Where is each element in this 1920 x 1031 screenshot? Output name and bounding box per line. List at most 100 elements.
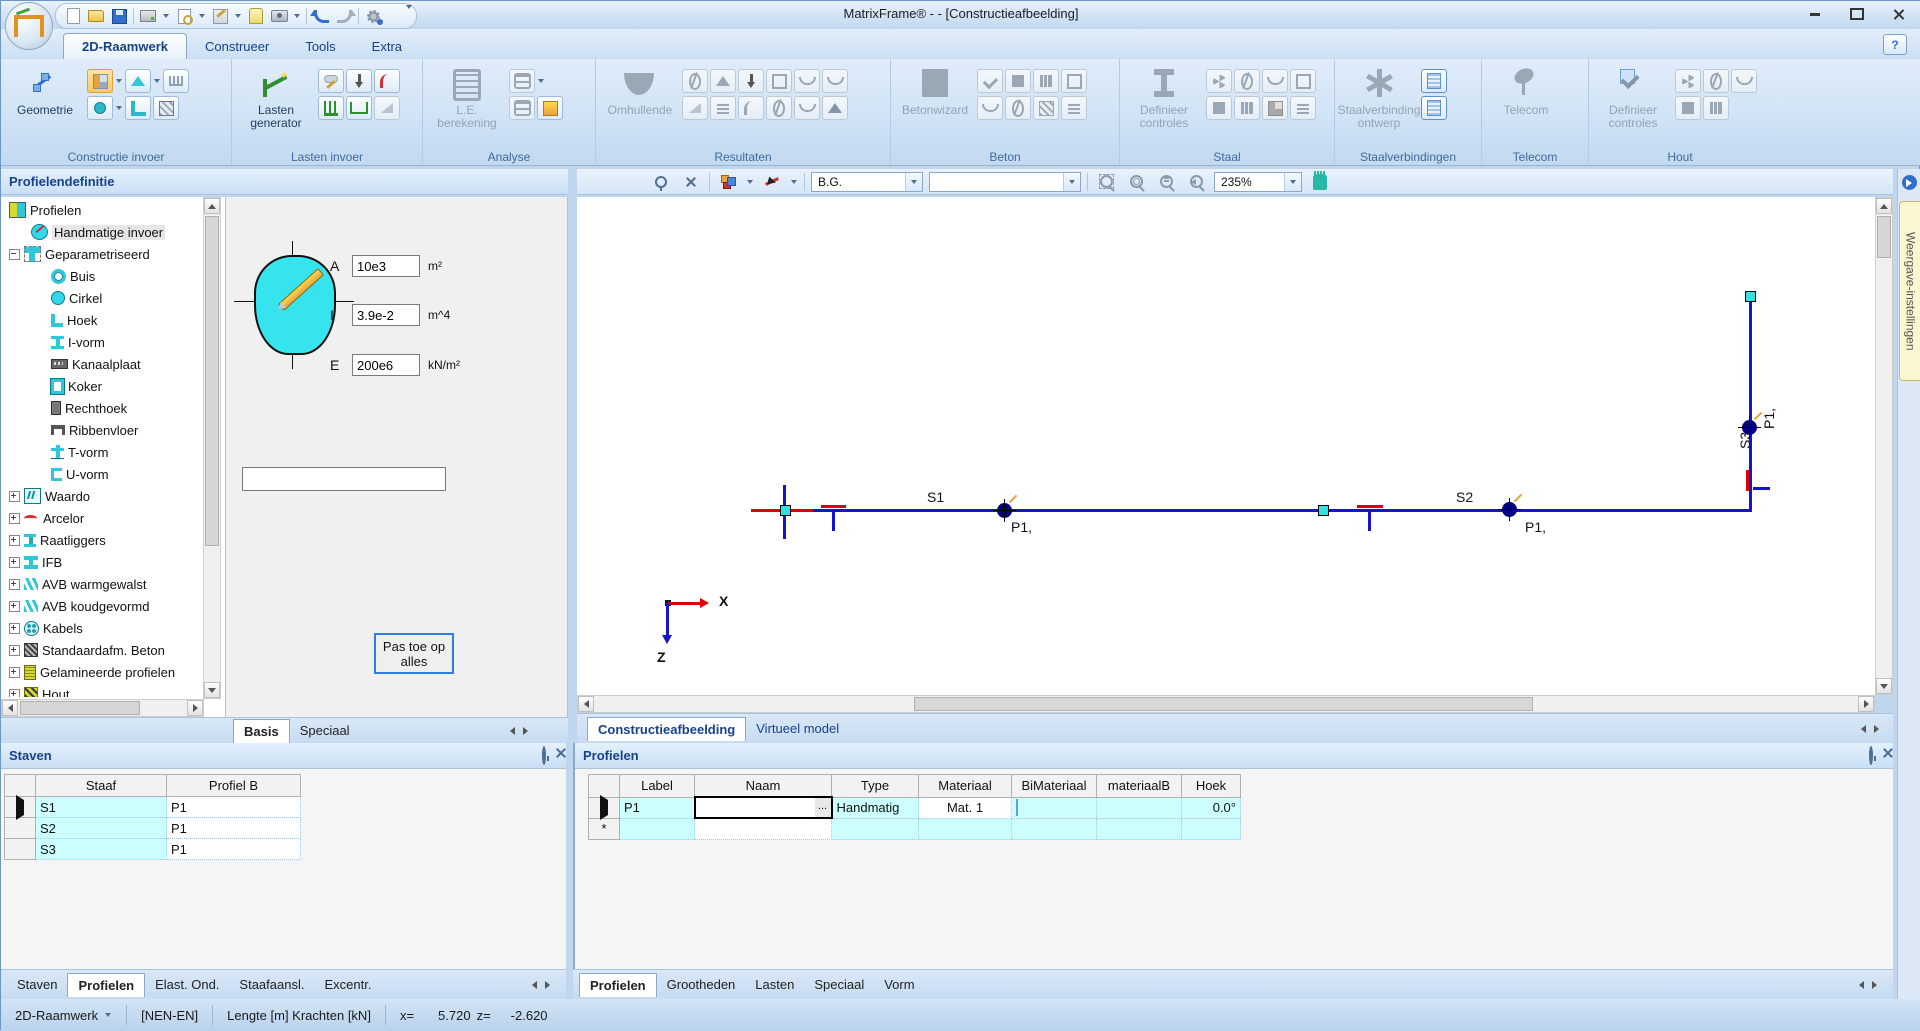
expand-icon[interactable] <box>9 689 20 698</box>
tree-hscrollbar[interactable] <box>1 699 204 717</box>
tree-item-avb-warmgewalst[interactable]: AVB warmgewalst <box>1 573 204 595</box>
tab-grootheden[interactable]: Grootheden <box>657 973 746 996</box>
structure-canvas[interactable]: S1 P1, S2 P1, S3 P1, X Z <box>577 197 1875 695</box>
expand-icon[interactable] <box>9 513 20 524</box>
naam-browse-button[interactable]: ... <box>815 798 831 817</box>
tree-item-kabels[interactable]: Kabels <box>1 617 204 639</box>
le-berekening-button[interactable]: L.E. berekening <box>429 63 505 130</box>
tab-constructieafbeelding[interactable]: Constructieafbeelding <box>587 717 746 741</box>
tab-staven[interactable]: Staven <box>7 973 67 996</box>
axis-result-button[interactable] <box>794 96 820 120</box>
tree-item-t-vorm[interactable]: T-vorm <box>1 441 204 463</box>
deflection-button[interactable] <box>738 69 764 93</box>
tab-extra[interactable]: Extra <box>354 34 420 59</box>
expand-icon[interactable] <box>9 667 20 678</box>
expand-icon[interactable] <box>9 579 20 590</box>
new-row[interactable]: * <box>589 818 1241 840</box>
tab-basis[interactable]: Basis <box>233 719 290 743</box>
rail-support-button[interactable] <box>163 69 189 93</box>
zoom-in-out-icon[interactable] <box>1154 172 1178 192</box>
beton-outline-button[interactable] <box>1061 69 1087 93</box>
tab-2d-raamwerk[interactable]: 2D-Raamwerk <box>63 33 187 59</box>
canvas-vscrollbar[interactable] <box>1875 197 1893 695</box>
zoom-extents-icon[interactable] <box>1124 172 1148 192</box>
omhullende-button[interactable]: Omhullende <box>602 63 678 117</box>
hout-fan-button[interactable] <box>1675 69 1701 93</box>
profile-input-button[interactable] <box>87 69 113 93</box>
tree-item-handmatige-invoer[interactable]: Handmatige invoer <box>1 221 204 243</box>
beton-lshape-button[interactable] <box>1033 69 1059 93</box>
tree-item-raatliggers[interactable]: Raatliggers <box>1 529 204 551</box>
tab-construeer[interactable]: Construeer <box>187 34 287 59</box>
tree-item-cirkel[interactable]: Cirkel <box>1 287 204 309</box>
betonwizard-button[interactable]: Betonwizard <box>897 63 973 117</box>
tree-item-geparametriseerd[interactable]: Geparametriseerd <box>1 243 204 265</box>
beton-net-button[interactable] <box>1033 96 1059 120</box>
table-row[interactable]: S3 P1 <box>5 839 301 860</box>
table-row[interactable]: S2 P1 <box>5 818 301 839</box>
tab-elast-ond[interactable]: Elast. Ond. <box>145 973 229 996</box>
pan-icon[interactable] <box>1308 172 1332 192</box>
beton-bowl-button[interactable] <box>977 96 1003 120</box>
point-load-button[interactable] <box>346 69 372 93</box>
moment-load-button[interactable] <box>374 69 400 93</box>
tab-tools[interactable]: Tools <box>287 34 353 59</box>
calc-help-button[interactable] <box>537 96 563 120</box>
lasten-generator-button[interactable]: Lasten generator <box>238 63 314 130</box>
tree-item-profielen[interactable]: Profielen <box>1 199 204 221</box>
tabs-left-icon[interactable] <box>510 723 515 738</box>
mode-selector[interactable]: 2D-Raamwerk <box>1 1005 127 1025</box>
rotation-button[interactable] <box>710 96 736 120</box>
close-panel-icon[interactable] <box>679 172 703 192</box>
zoom-window-icon[interactable] <box>1094 172 1118 192</box>
tree-item-koker[interactable]: Koker <box>1 375 204 397</box>
telecom-button[interactable]: Telecom <box>1488 63 1564 117</box>
displacement-button[interactable] <box>738 96 764 120</box>
beam-load-button[interactable] <box>346 96 372 120</box>
tree-item-hoek[interactable]: Hoek <box>1 309 204 331</box>
apply-to-all-button[interactable]: Pas toe op alles <box>374 633 454 674</box>
staalverbinding-ontwerp-button[interactable]: Staalverbinding ontwerp <box>1341 63 1417 130</box>
selection-combo[interactable] <box>929 172 1081 192</box>
tree-item-ifb[interactable]: IFB <box>1 551 204 573</box>
support-button[interactable] <box>125 69 151 93</box>
beton-check-button[interactable] <box>977 69 1003 93</box>
distributed-load-button[interactable] <box>318 96 344 120</box>
climate-load-button[interactable] <box>318 69 344 93</box>
tree-item-rechthoek[interactable]: Rechthoek <box>1 397 204 419</box>
beton-report-button[interactable] <box>1061 96 1087 120</box>
expand-icon[interactable] <box>9 491 20 502</box>
reaction-button[interactable] <box>794 69 820 93</box>
expand-icon[interactable] <box>9 601 20 612</box>
staal-definieer-controles-button[interactable]: Definieer controles <box>1126 63 1202 130</box>
staal-chart-button[interactable] <box>1234 96 1260 120</box>
normal-force-button[interactable] <box>682 69 708 93</box>
bimateriaal-checkbox[interactable] <box>1016 799 1018 816</box>
tree-item-arcelor[interactable]: Arcelor <box>1 507 204 529</box>
tree-item-standaardafm-beton[interactable]: Standaardafm. Beton <box>1 639 204 661</box>
geometrie-button[interactable]: Geometrie <box>7 63 83 117</box>
connection-check-button[interactable] <box>1421 96 1447 120</box>
profile-name-input[interactable] <box>242 467 446 491</box>
extreme-result-button[interactable] <box>822 96 848 120</box>
tab-lasten[interactable]: Lasten <box>745 973 804 996</box>
beton-section-button[interactable] <box>1005 69 1031 93</box>
hout-chart-button[interactable] <box>1703 96 1729 120</box>
staal-sections-button[interactable] <box>1262 96 1288 120</box>
phi-result-button[interactable] <box>766 96 792 120</box>
hout-definieer-controles-button[interactable]: Definieer controles <box>1595 63 1671 130</box>
shear-button[interactable] <box>682 96 708 120</box>
display-components-icon[interactable] <box>716 172 740 192</box>
plate-button[interactable] <box>153 96 179 120</box>
tree-item-ribbenvloer[interactable]: Ribbenvloer <box>1 419 204 441</box>
staven-tabs-left-icon[interactable] <box>532 977 537 992</box>
tab-speciaal[interactable]: Speciaal <box>290 719 360 742</box>
canvas-hscrollbar[interactable] <box>577 695 1875 713</box>
collapse-icon[interactable] <box>9 249 20 260</box>
canvas-tabs-right-icon[interactable] <box>1874 721 1879 736</box>
canvas-tabs-left-icon[interactable] <box>1861 721 1866 736</box>
tree-item-i-vorm[interactable]: I-vorm <box>1 331 204 353</box>
stress-button[interactable] <box>766 69 792 93</box>
tab-speciaal-bottom[interactable]: Speciaal <box>804 973 874 996</box>
help-button[interactable]: ? <box>1883 34 1907 55</box>
